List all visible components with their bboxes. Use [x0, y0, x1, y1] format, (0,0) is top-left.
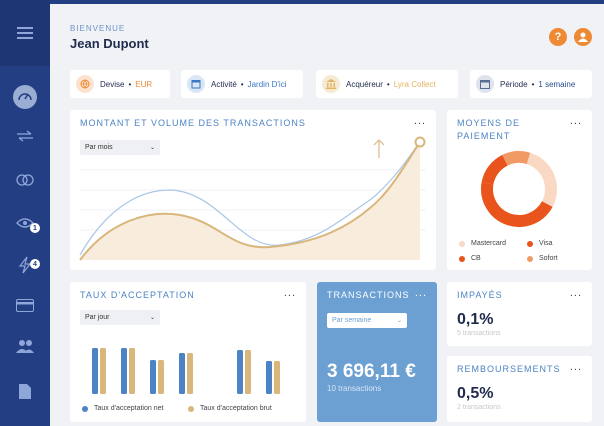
separator-dot: •: [386, 79, 390, 89]
filter-devise-label: Devise: [100, 79, 125, 89]
legend-dot: [459, 255, 465, 262]
legend-label: Taux d'acceptation net: [94, 405, 164, 412]
rings-icon[interactable]: [0, 173, 50, 187]
filter-activite-value: Jardin D'ici: [247, 79, 287, 89]
bar-net-2: [121, 348, 127, 394]
legend-dot: [459, 240, 465, 247]
legend-label: Mastercard: [471, 240, 507, 247]
bar-brut-6: [245, 350, 251, 394]
users-icon[interactable]: [0, 338, 50, 354]
filter-acquereur-label: Acquéreur: [346, 79, 383, 89]
bar-brut-7: [274, 361, 280, 394]
header: BIENVENUE Jean Dupont: [70, 24, 149, 51]
taux-card: TAUX D'ACCEPTATION ... Par jour ⌄ Taux d…: [70, 282, 306, 422]
bar-brut-4: [187, 353, 193, 394]
chevron-down-icon: ⌄: [396, 318, 402, 324]
legend-cb: CB: [459, 255, 481, 262]
document-icon[interactable]: [0, 382, 50, 400]
remboursements-card: REMBOURSEMENTS ... 0,5% 2 transactions: [447, 356, 592, 422]
transactions-amount: 3 696,11 €: [327, 361, 416, 382]
legend-label: Taux d'acceptation brut: [200, 405, 272, 412]
separator-dot: •: [128, 79, 132, 89]
bar-net-6: [237, 350, 243, 394]
remboursements-value: 0,5%: [457, 385, 494, 402]
eye-badge: 1: [30, 223, 40, 233]
filter-periode-label: Période: [500, 79, 528, 89]
separator-dot: •: [240, 79, 244, 89]
legend-brut: Taux d'acceptation brut: [188, 405, 272, 412]
arrow-up-icon: [373, 139, 385, 158]
bar-brut-1: [100, 348, 106, 394]
legend-dot: [82, 405, 88, 412]
filter-periode[interactable]: Période • 1 semaine: [470, 70, 592, 98]
filter-devise-value: EUR: [135, 79, 153, 89]
menu-icon[interactable]: [0, 26, 50, 40]
remboursements-title: REMBOURSEMENTS: [457, 364, 561, 374]
bank-icon: [322, 75, 340, 93]
globe-icon: [76, 75, 94, 93]
filter-acquereur[interactable]: Acquéreur • Lyra Collect: [316, 70, 458, 98]
user-icon: [578, 32, 588, 42]
sidebar: 1 4: [0, 0, 50, 426]
bar-brut-2: [129, 348, 135, 394]
separator-dot: •: [531, 79, 535, 89]
transactions-period-value: Par semaine: [332, 317, 372, 324]
bar-net-3: [150, 360, 156, 394]
donut-slice-sofort: [502, 151, 531, 166]
transactions-count: 10 transactions: [327, 384, 382, 393]
help-button[interactable]: ?: [549, 28, 567, 46]
impayes-card: IMPAYÉS ... 0,1% 5 transactions: [447, 282, 592, 346]
legend-label: CB: [471, 255, 481, 262]
bolt-icon[interactable]: [0, 256, 50, 274]
legend-sofort: Sofort: [527, 255, 558, 262]
impayes-sub: 5 transactions: [457, 330, 501, 337]
dashboard-icon[interactable]: [0, 84, 50, 110]
legend-label: Sofort: [539, 255, 558, 262]
bolt-badge: 4: [30, 259, 40, 269]
transactions-title: TRANSACTIONS: [327, 290, 410, 300]
filter-acquereur-value: Lyra Collect: [393, 79, 436, 89]
legend-visa: Visa: [527, 240, 553, 247]
transactions-period-select[interactable]: Par semaine ⌄: [327, 313, 407, 328]
transactions-more-button[interactable]: ...: [415, 287, 427, 299]
eye-icon[interactable]: [0, 215, 50, 231]
transactions-card: TRANSACTIONS ... Par semaine ⌄ 3 696,11 …: [317, 282, 437, 422]
card-icon[interactable]: [0, 298, 50, 312]
taux-chart: [92, 348, 280, 394]
moyens-card: MOYENS DE PAIEMENT ... Mastercard Visa C…: [447, 110, 592, 270]
calendar-icon: [476, 75, 494, 93]
impayes-value: 0,1%: [457, 311, 494, 328]
legend-label: Visa: [539, 240, 553, 247]
legend-dot: [527, 240, 533, 247]
bar-net-4: [179, 353, 185, 394]
welcome-label: BIENVENUE: [70, 24, 126, 33]
remboursements-sub: 2 transactions: [457, 404, 501, 411]
filter-devise[interactable]: Devise • EUR: [70, 70, 170, 98]
montant-card: MONTANT ET VOLUME DES TRANSACTIONS ... P…: [70, 110, 436, 270]
donut-slice-mastercard: [526, 152, 557, 207]
shop-icon: [187, 75, 205, 93]
donut-slice-visa: [481, 182, 553, 227]
user-name: Jean Dupont: [70, 36, 149, 51]
bar-net-7: [266, 361, 272, 394]
profile-button[interactable]: [574, 28, 592, 46]
bar-brut-3: [158, 360, 164, 394]
bar-net-1: [92, 348, 98, 394]
remboursements-more-button[interactable]: ...: [570, 361, 582, 373]
top-bar: [50, 0, 604, 4]
impayes-more-button[interactable]: ...: [570, 287, 582, 299]
filter-activite[interactable]: Activité • Jardin D'ici: [181, 70, 303, 98]
filter-periode-value: 1 semaine: [538, 79, 576, 89]
impayes-title: IMPAYÉS: [457, 290, 503, 300]
legend-dot: [527, 255, 533, 262]
donut-slice-cb: [481, 154, 508, 185]
help-icon: ?: [554, 31, 562, 43]
legend-mastercard: Mastercard: [459, 240, 506, 247]
filter-activite-label: Activité: [211, 79, 237, 89]
montant-chart: [79, 136, 426, 261]
legend-net: Taux d'acceptation net: [82, 405, 163, 412]
transfer-icon[interactable]: [0, 128, 50, 144]
legend-dot: [188, 405, 194, 412]
